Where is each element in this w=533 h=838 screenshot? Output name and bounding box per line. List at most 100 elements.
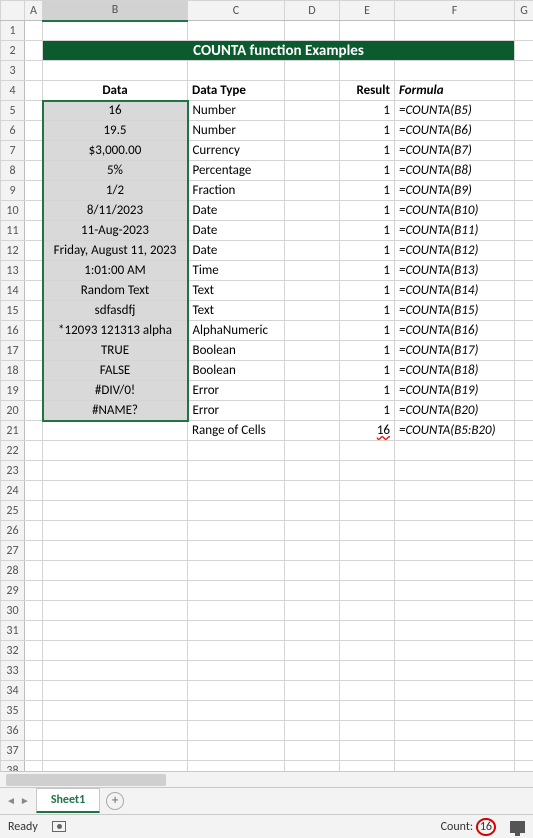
cell-E32[interactable] — [340, 641, 395, 661]
cell-B28[interactable] — [43, 561, 188, 581]
add-sheet-button[interactable]: + — [106, 792, 124, 810]
cell-B37[interactable] — [43, 741, 188, 761]
cell-A21[interactable] — [25, 421, 43, 441]
cell-F8[interactable]: =COUNTA(B8) — [395, 161, 515, 181]
cell-A23[interactable] — [25, 461, 43, 481]
col-header-b[interactable]: B — [43, 1, 188, 21]
cell-G18[interactable] — [515, 361, 533, 381]
cell-G20[interactable] — [515, 401, 533, 421]
cell-G9[interactable] — [515, 181, 533, 201]
row-header-3[interactable]: 3 — [1, 61, 25, 81]
cell-D15[interactable] — [285, 301, 340, 321]
cell-C12[interactable]: Date — [188, 241, 285, 261]
cell-G36[interactable] — [515, 721, 533, 741]
row-header-38[interactable]: 38 — [1, 761, 25, 771]
cell-C13[interactable]: Time — [188, 261, 285, 281]
cell-G23[interactable] — [515, 461, 533, 481]
cell-F20[interactable]: =COUNTA(B20) — [395, 401, 515, 421]
cell-E7[interactable]: 1 — [340, 141, 395, 161]
cell-C6[interactable]: Number — [188, 121, 285, 141]
row-header-13[interactable]: 13 — [1, 261, 25, 281]
cell-D20[interactable] — [285, 401, 340, 421]
cell-B31[interactable] — [43, 621, 188, 641]
cell-A8[interactable] — [25, 161, 43, 181]
cell-E21[interactable]: 16 — [340, 421, 395, 441]
cell-D5[interactable] — [285, 101, 340, 121]
cell-A15[interactable] — [25, 301, 43, 321]
cell-A36[interactable] — [25, 721, 43, 741]
cell-C29[interactable] — [188, 581, 285, 601]
cell-G5[interactable] — [515, 101, 533, 121]
cell-A17[interactable] — [25, 341, 43, 361]
cell-F21[interactable]: =COUNTA(B5:B20) — [395, 421, 515, 441]
row-header-36[interactable]: 36 — [1, 721, 25, 741]
cell-F13[interactable]: =COUNTA(B13) — [395, 261, 515, 281]
cell-F11[interactable]: =COUNTA(B11) — [395, 221, 515, 241]
cell-F34[interactable] — [395, 681, 515, 701]
cell-D27[interactable] — [285, 541, 340, 561]
cell-E31[interactable] — [340, 621, 395, 641]
macro-record-icon[interactable] — [52, 821, 66, 832]
row-header-29[interactable]: 29 — [1, 581, 25, 601]
row-header-16[interactable]: 16 — [1, 321, 25, 341]
cell-A27[interactable] — [25, 541, 43, 561]
cell-E17[interactable]: 1 — [340, 341, 395, 361]
cell-F25[interactable] — [395, 501, 515, 521]
cell-F26[interactable] — [395, 521, 515, 541]
cell-C19[interactable]: Error — [188, 381, 285, 401]
row-header-7[interactable]: 7 — [1, 141, 25, 161]
col-header-c[interactable]: C — [188, 1, 285, 21]
cell-B6[interactable]: 19.5 — [43, 121, 188, 141]
row-header-33[interactable]: 33 — [1, 661, 25, 681]
cell-B13[interactable]: 1:01:00 AM — [43, 261, 188, 281]
cell-B15[interactable]: sdfasdfj — [43, 301, 188, 321]
cell-G33[interactable] — [515, 661, 533, 681]
cell-A14[interactable] — [25, 281, 43, 301]
cell-A31[interactable] — [25, 621, 43, 641]
cell-C1[interactable] — [188, 21, 285, 41]
cell-A13[interactable] — [25, 261, 43, 281]
cell-D9[interactable] — [285, 181, 340, 201]
row-header-26[interactable]: 26 — [1, 521, 25, 541]
cell-C20[interactable]: Error — [188, 401, 285, 421]
cell-F9[interactable]: =COUNTA(B9) — [395, 181, 515, 201]
row-header-20[interactable]: 20 — [1, 401, 25, 421]
cell-D33[interactable] — [285, 661, 340, 681]
cell-F12[interactable]: =COUNTA(B12) — [395, 241, 515, 261]
cell-B3[interactable] — [43, 61, 188, 81]
row-header-30[interactable]: 30 — [1, 601, 25, 621]
cell-E5[interactable]: 1 — [340, 101, 395, 121]
cell-E28[interactable] — [340, 561, 395, 581]
cell-C25[interactable] — [188, 501, 285, 521]
row-header-23[interactable]: 23 — [1, 461, 25, 481]
row-header-17[interactable]: 17 — [1, 341, 25, 361]
cell-E18[interactable]: 1 — [340, 361, 395, 381]
cell-E23[interactable] — [340, 461, 395, 481]
cell-B8[interactable]: 5% — [43, 161, 188, 181]
cell-D30[interactable] — [285, 601, 340, 621]
cell-D12[interactable] — [285, 241, 340, 261]
cell-G4[interactable] — [515, 81, 533, 101]
cell-A25[interactable] — [25, 501, 43, 521]
cell-C37[interactable] — [188, 741, 285, 761]
cell-G26[interactable] — [515, 521, 533, 541]
row-header-1[interactable]: 1 — [1, 21, 25, 41]
cell-A7[interactable] — [25, 141, 43, 161]
cell-G7[interactable] — [515, 141, 533, 161]
cell-C7[interactable]: Currency — [188, 141, 285, 161]
cell-D14[interactable] — [285, 281, 340, 301]
cell-G25[interactable] — [515, 501, 533, 521]
cell-C21[interactable]: Range of Cells — [188, 421, 285, 441]
cell-B17[interactable]: TRUE — [43, 341, 188, 361]
cell-G10[interactable] — [515, 201, 533, 221]
cell-D31[interactable] — [285, 621, 340, 641]
cell-B24[interactable] — [43, 481, 188, 501]
cell-C38[interactable] — [188, 761, 285, 771]
cell-A19[interactable] — [25, 381, 43, 401]
cell-G3[interactable] — [515, 61, 533, 81]
cell-D37[interactable] — [285, 741, 340, 761]
cell-B36[interactable] — [43, 721, 188, 741]
cell-B21[interactable] — [43, 421, 188, 441]
cell-C22[interactable] — [188, 441, 285, 461]
cell-A32[interactable] — [25, 641, 43, 661]
